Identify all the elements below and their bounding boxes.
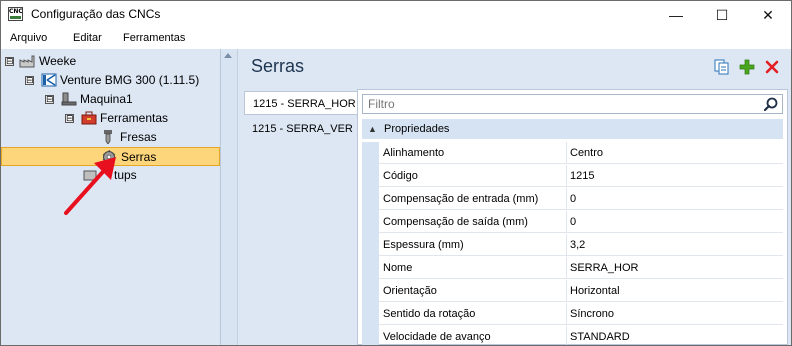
tree-item-fresas[interactable]: Fresas bbox=[1, 128, 220, 147]
collapse-icon[interactable]: ⊟ bbox=[5, 57, 14, 66]
chevron-up-icon[interactable]: ▲ bbox=[368, 119, 377, 139]
property-value[interactable]: 0 bbox=[567, 211, 783, 233]
collapse-panel-icon[interactable] bbox=[224, 53, 232, 58]
property-value[interactable]: STANDARD bbox=[567, 326, 783, 345]
property-value[interactable]: 3,2 bbox=[567, 234, 783, 256]
property-grid-container: ▲ Propriedades AlinhamentoCentroCódigo12… bbox=[357, 89, 788, 345]
property-name: Nome bbox=[379, 257, 567, 279]
property-name: Orientação bbox=[379, 280, 567, 302]
config-window: CNC Configuração das CNCs — ☐ ✕ Arquivo … bbox=[0, 0, 792, 346]
annotation-arrow-icon bbox=[64, 157, 116, 215]
property-name: Sentido da rotação bbox=[379, 303, 567, 325]
filter-input[interactable] bbox=[363, 95, 763, 113]
toolbox-icon bbox=[81, 111, 97, 125]
tool-panel: Serras 1215 - SERRA_HOR 1215 - SERRA_VER bbox=[238, 49, 791, 345]
property-row[interactable]: Espessura (mm) 3,2 bbox=[362, 234, 783, 257]
window-title: Configuração das CNCs bbox=[31, 7, 161, 21]
property-value[interactable]: Horizontal bbox=[567, 280, 783, 302]
property-row-gutter bbox=[362, 142, 379, 165]
tree-item-weeke[interactable]: ⊟ Weeke bbox=[1, 52, 220, 71]
property-value[interactable]: Centro bbox=[567, 142, 783, 164]
property-row[interactable]: Velocidade de avanço STANDARD bbox=[362, 326, 783, 345]
property-row-gutter bbox=[362, 211, 379, 234]
maximize-button[interactable]: ☐ bbox=[699, 1, 745, 29]
cnc-machine-icon bbox=[41, 73, 57, 87]
property-row[interactable]: Compensação de entrada (mm) 0 bbox=[362, 188, 783, 211]
property-row-gutter bbox=[362, 303, 379, 326]
property-row-gutter bbox=[362, 326, 379, 345]
tool-tab-list: 1215 - SERRA_HOR 1215 - SERRA_VER bbox=[244, 89, 357, 345]
property-value[interactable]: 0 bbox=[567, 188, 783, 210]
tab-serra-ver[interactable]: 1215 - SERRA_VER bbox=[244, 117, 357, 141]
menu-editar[interactable]: Editar bbox=[73, 32, 102, 44]
property-group-header[interactable]: ▲ Propriedades bbox=[362, 119, 783, 139]
property-group-label: Propriedades bbox=[384, 123, 450, 135]
delete-icon[interactable] bbox=[764, 59, 780, 75]
filter-box[interactable] bbox=[362, 94, 783, 114]
property-row[interactable]: Código 1215 bbox=[362, 165, 783, 188]
menu-arquivo[interactable]: Arquivo bbox=[10, 32, 47, 44]
drill-icon bbox=[104, 130, 112, 144]
property-name: Compensação de saída (mm) bbox=[379, 211, 567, 233]
property-name: Código bbox=[379, 165, 567, 187]
property-row[interactable]: Compensação de saída (mm) 0 bbox=[362, 211, 783, 234]
collapse-icon[interactable]: ⊟ bbox=[65, 114, 74, 123]
tree-item-label: Ferramentas bbox=[100, 111, 169, 125]
property-row[interactable]: Sentido da rotação Síncrono bbox=[362, 303, 783, 326]
property-row[interactable]: Orientação Horizontal bbox=[362, 280, 783, 303]
property-row-gutter bbox=[362, 257, 379, 280]
property-value[interactable]: 1215 bbox=[567, 165, 783, 187]
tree-item-label: Weeke bbox=[39, 54, 77, 68]
tree-item-label: Fresas bbox=[120, 130, 157, 144]
tree-item-label: Maquina1 bbox=[80, 92, 133, 106]
collapse-icon[interactable]: ⊟ bbox=[45, 95, 54, 104]
tree-item-label: Serras bbox=[121, 150, 157, 164]
factory-icon bbox=[19, 55, 35, 68]
property-name: Alinhamento bbox=[379, 142, 567, 164]
collapse-icon[interactable]: ⊟ bbox=[25, 76, 34, 85]
cnc-tree: ⊟ Weeke ⊟ Venture BMG 300 (1.11.5) ⊟ Maq… bbox=[1, 49, 221, 345]
close-icon: ✕ bbox=[762, 7, 774, 23]
close-button[interactable]: ✕ bbox=[745, 1, 791, 29]
property-row-gutter bbox=[362, 280, 379, 303]
property-row-gutter bbox=[362, 234, 379, 257]
title-bar[interactable]: CNC Configuração das CNCs — ☐ ✕ bbox=[1, 1, 791, 29]
machine-icon bbox=[61, 92, 77, 106]
tree-item-ferramentas[interactable]: ⊟ Ferramentas bbox=[1, 109, 220, 128]
search-icon[interactable] bbox=[764, 97, 778, 111]
tree-item-venture[interactable]: ⊟ Venture BMG 300 (1.11.5) bbox=[1, 71, 220, 90]
tab-serra-hor[interactable]: 1215 - SERRA_HOR bbox=[244, 91, 357, 115]
tree-item-label: Venture BMG 300 (1.11.5) bbox=[60, 73, 200, 87]
copy-icon[interactable] bbox=[714, 59, 730, 75]
add-icon[interactable] bbox=[739, 59, 755, 75]
app-icon-text: CNC bbox=[9, 8, 23, 15]
minimize-button[interactable]: — bbox=[653, 1, 699, 29]
app-cnc-icon: CNC bbox=[8, 7, 23, 21]
property-row-gutter bbox=[362, 188, 379, 211]
property-row-gutter bbox=[362, 165, 379, 188]
property-row[interactable]: Nome SERRA_HOR bbox=[362, 257, 783, 280]
property-name: Espessura (mm) bbox=[379, 234, 567, 256]
minimize-icon: — bbox=[669, 7, 683, 23]
panel-title: Serras bbox=[251, 56, 305, 76]
property-row[interactable]: Alinhamento Centro bbox=[362, 142, 783, 165]
property-name: Velocidade de avanço bbox=[379, 326, 567, 345]
property-value[interactable]: SERRA_HOR bbox=[567, 257, 783, 279]
menu-bar: Arquivo Editar Ferramentas bbox=[1, 29, 791, 49]
panel-splitter[interactable] bbox=[221, 49, 238, 345]
menu-ferramentas[interactable]: Ferramentas bbox=[123, 32, 185, 44]
maximize-icon: ☐ bbox=[715, 7, 729, 23]
property-name: Compensação de entrada (mm) bbox=[379, 188, 567, 210]
tree-item-maquina1[interactable]: ⊟ Maquina1 bbox=[1, 90, 220, 109]
property-value[interactable]: Síncrono bbox=[567, 303, 783, 325]
